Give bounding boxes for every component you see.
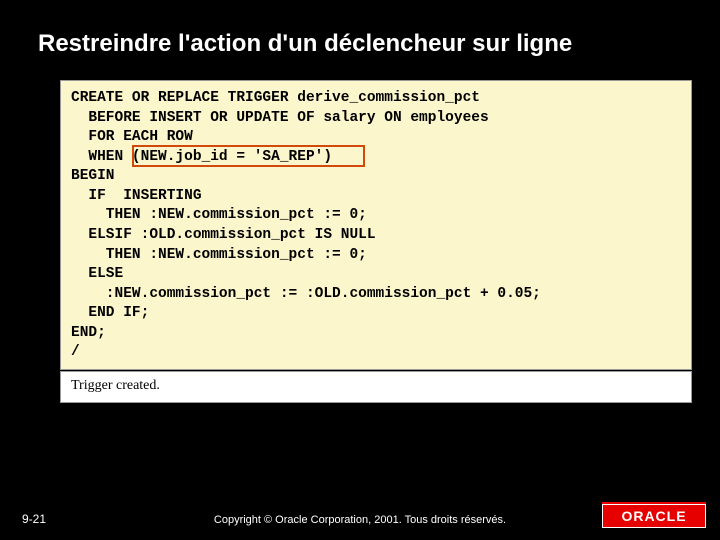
code-line: END IF; (71, 304, 681, 324)
code-line: WHEN (NEW.job_id = 'SA_REP') (71, 148, 681, 168)
code-line: :NEW.commission_pct := :OLD.commission_p… (71, 285, 681, 305)
code-line: THEN :NEW.commission_pct := 0; (71, 246, 681, 266)
code-line: FOR EACH ROW (71, 128, 681, 148)
oracle-logo: ORACLE (602, 504, 706, 528)
code-line: IF INSERTING (71, 187, 681, 207)
slide-title: Restreindre l'action d'un déclencheur su… (0, 0, 720, 68)
code-line: BEGIN (71, 167, 681, 187)
code-block: CREATE OR REPLACE TRIGGER derive_commiss… (60, 80, 692, 370)
code-line: CREATE OR REPLACE TRIGGER derive_commiss… (71, 89, 681, 109)
code-line: THEN :NEW.commission_pct := 0; (71, 206, 681, 226)
code-line: ELSIF :OLD.commission_pct IS NULL (71, 226, 681, 246)
result-block: Trigger created. (60, 371, 692, 403)
code-line: ELSE (71, 265, 681, 285)
code-line: BEFORE INSERT OR UPDATE OF salary ON emp… (71, 109, 681, 129)
code-line: / (71, 343, 681, 363)
footer: 9-21 Copyright © Oracle Corporation, 200… (0, 492, 720, 532)
code-line: END; (71, 324, 681, 344)
